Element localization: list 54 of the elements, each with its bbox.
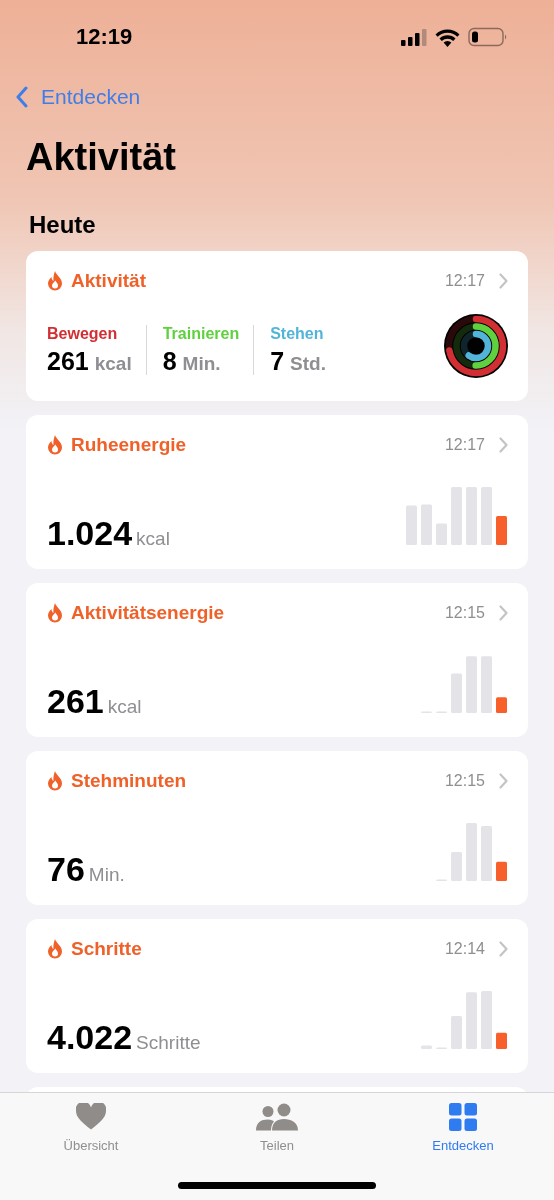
metric-card[interactable]: Schritte 12:14 4.022 Schritte: [26, 919, 528, 1073]
card-time: 12:15: [444, 604, 485, 622]
metric-unit: kcal: [136, 528, 170, 550]
flame-icon: [47, 771, 63, 791]
tab-item[interactable]: Entdecken: [404, 1103, 522, 1153]
metric-value: 1.024: [47, 515, 133, 551]
back-chevron-icon: [16, 86, 28, 108]
metric-value: 7: [270, 346, 285, 376]
metric-unit: Std.: [290, 352, 326, 375]
metric-value: 8: [162, 346, 177, 376]
metric-unit: kcal: [94, 352, 132, 375]
chevron-icon: [499, 605, 508, 621]
card-time: 12:14: [444, 940, 485, 958]
people-icon: [256, 1103, 298, 1131]
battery-icon: [468, 27, 508, 47]
chevron-icon: [499, 941, 508, 957]
metric-unit: Min.: [182, 352, 221, 375]
page-title: Aktivität: [26, 135, 177, 180]
metric-label: Stehen: [270, 324, 325, 343]
grid-icon: [449, 1103, 477, 1131]
chevron-icon: [499, 437, 508, 453]
card-title: Aktivitätsenergie: [71, 602, 226, 624]
flame-icon: [47, 271, 63, 291]
chevron-icon: [499, 273, 508, 289]
metric-card[interactable]: Stehminuten 12:15 76 Min.: [26, 751, 528, 905]
flame-icon: [47, 939, 63, 959]
status-time: 12:19: [76, 24, 133, 50]
card-title: Stehminuten: [71, 770, 188, 792]
metric-unit: kcal: [107, 696, 142, 718]
metric-unit: Schritte: [136, 1032, 201, 1054]
card-time: 12:17: [444, 272, 485, 290]
metric-value: 4.022: [47, 1019, 133, 1055]
metric-value: 76: [47, 851, 85, 887]
metric-label: Bewegen: [47, 324, 119, 343]
card-title: Schritte: [71, 938, 143, 960]
card-title: Aktivität: [71, 270, 147, 292]
metric-unit: Min.: [88, 864, 125, 886]
flame-icon: [47, 435, 63, 455]
metric-value: 261: [47, 683, 104, 719]
metric-card[interactable]: Aktivitätsenergie 12:15 261 kcal: [26, 583, 528, 737]
activity-rings-drawing: [444, 314, 508, 378]
metric-card[interactable]: Ruheenergie 12:17 1.024 kcal: [26, 415, 528, 569]
metric-label: Trainieren: [162, 324, 240, 343]
heart-icon: [76, 1103, 106, 1131]
activity-card[interactable]: Aktivität 12:17 Bewegen 261 kcal Trainieren 8 Min. Stehen 7 Std.: [26, 251, 528, 401]
signal-icon: [401, 28, 427, 46]
wifi-icon: [435, 27, 460, 47]
section-heading: Heute: [29, 210, 97, 240]
chevron-icon: [499, 773, 508, 789]
card-time: 12:15: [444, 772, 485, 790]
card-time: 12:17: [444, 436, 485, 454]
card-title: Ruheenergie: [71, 434, 188, 456]
metric-value: 261: [47, 346, 89, 376]
flame-icon: [47, 603, 63, 623]
